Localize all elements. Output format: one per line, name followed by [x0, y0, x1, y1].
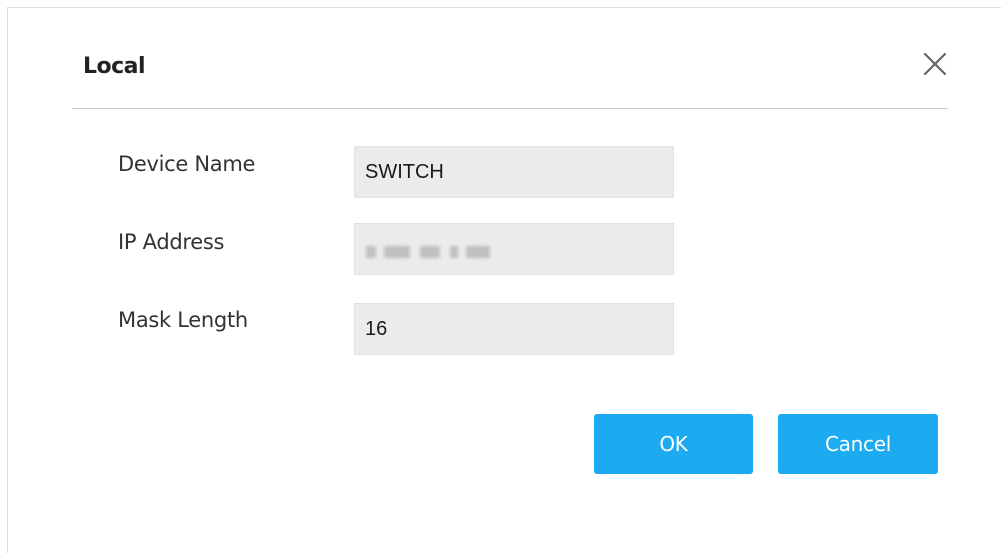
ip-address-label: IP Address [118, 230, 225, 254]
device-name-field[interactable] [354, 146, 674, 198]
ok-button[interactable]: OK [594, 414, 753, 474]
close-icon [923, 52, 947, 76]
close-button[interactable] [919, 48, 951, 80]
local-dialog: Local Device Name IP Address Mask Length… [7, 7, 1001, 553]
title-divider [72, 108, 948, 109]
cancel-button[interactable]: Cancel [778, 414, 938, 474]
device-name-label: Device Name [118, 152, 256, 176]
mask-length-field[interactable] [354, 303, 674, 355]
ip-address-redacted-value [366, 240, 566, 264]
mask-length-label: Mask Length [118, 308, 248, 332]
dialog-title: Local [83, 54, 146, 79]
